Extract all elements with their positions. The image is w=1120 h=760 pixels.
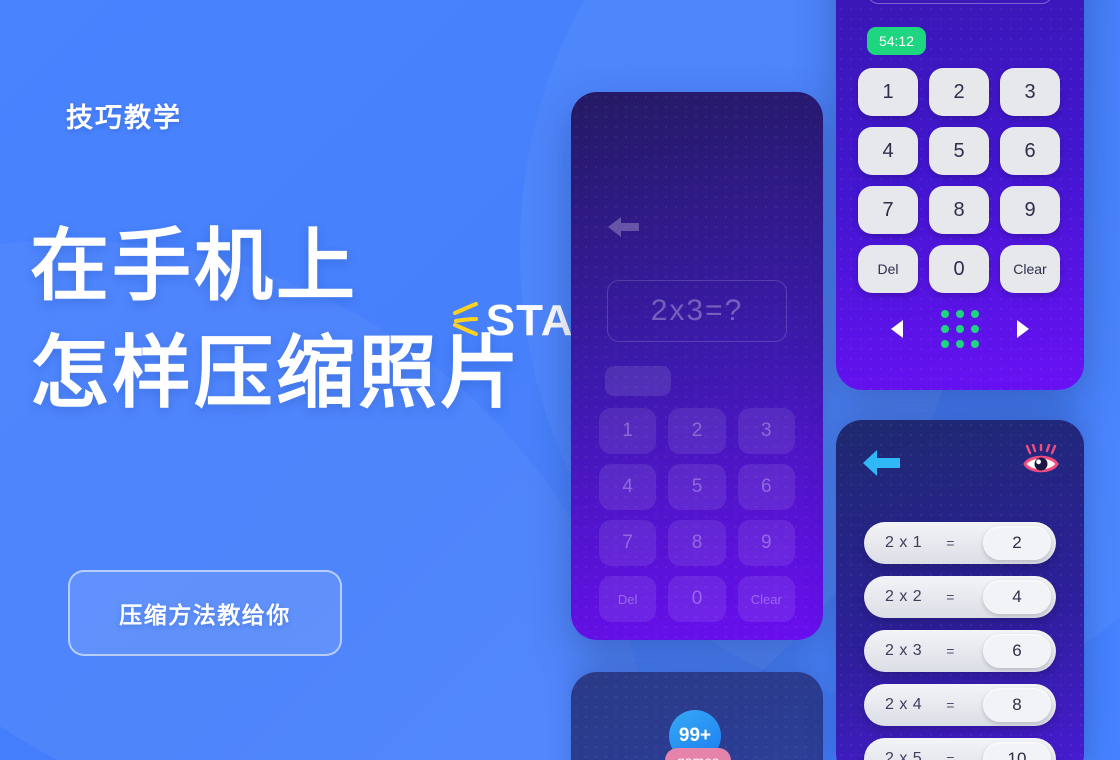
table-row[interactable]: 2 x 4 = 8 — [864, 684, 1056, 726]
row-answer: 6 — [983, 634, 1051, 668]
keypad-key[interactable]: 6 — [1000, 127, 1060, 175]
answer-input[interactable] — [866, 0, 1054, 4]
headline-line-1: 在手机上 — [30, 221, 358, 310]
equals-sign: = — [946, 751, 955, 760]
row-expression: 2 x 1 — [885, 534, 923, 551]
table-row[interactable]: 2 x 2 = 4 — [864, 576, 1056, 618]
answer-pill — [605, 366, 671, 396]
keypad-key[interactable]: 3 — [737, 408, 795, 454]
keypad-key[interactable]: 2 — [929, 68, 989, 116]
row-answer: 2 — [983, 526, 1051, 560]
row-answer: 8 — [983, 688, 1051, 722]
page-title: 在手机上 怎样压缩照片 — [30, 212, 522, 427]
keypad-key[interactable]: 7 — [858, 186, 918, 234]
center-phone-mockup: 2x3=? 1 2 3 4 5 6 7 8 9 Del 0 Clear — [571, 92, 823, 640]
row-expression: 2 x 2 — [885, 588, 923, 605]
cta-button[interactable]: 压缩方法教给你 — [68, 570, 342, 656]
back-arrow-icon[interactable] — [605, 214, 651, 240]
promo-copy-block: 技巧教学 在手机上 怎样压缩照片 压缩方法教给你 — [0, 0, 580, 760]
row-answer: 10 — [983, 742, 1051, 760]
keypad-key[interactable]: 5 — [929, 127, 989, 175]
eye-icon[interactable] — [1022, 442, 1060, 478]
equation-display: 2x3=? — [607, 280, 787, 342]
keypad-key[interactable]: 6 — [737, 464, 795, 510]
keypad-key[interactable]: 4 — [858, 127, 918, 175]
keypad-key[interactable]: 0 — [668, 576, 726, 622]
numeric-keypad: 1 2 3 4 5 6 7 8 9 Del 0 Clear — [858, 68, 1060, 293]
keypad-key[interactable]: 5 — [668, 464, 726, 510]
promo-kicker: 技巧教学 — [66, 103, 182, 133]
keypad-key[interactable]: 3 — [1000, 68, 1060, 116]
grid-dots-icon[interactable] — [941, 310, 979, 348]
timer-badge: 54:12 — [867, 27, 926, 55]
keypad-key[interactable]: 8 — [929, 186, 989, 234]
top-right-phone-mockup: 54:12 1 2 3 4 5 6 7 8 9 Del 0 Clear — [836, 0, 1084, 390]
row-expression: 2 x 3 — [885, 642, 923, 659]
row-expression: 2 x 4 — [885, 696, 923, 713]
table-row[interactable]: 2 x 3 = 6 — [864, 630, 1056, 672]
equals-sign: = — [946, 697, 955, 713]
keypad-key[interactable]: 0 — [929, 245, 989, 293]
headline-line-2: 怎样压缩照片 — [30, 328, 522, 418]
triangle-left-icon[interactable] — [891, 320, 903, 338]
equals-sign: = — [946, 643, 955, 659]
keypad-key-clear[interactable]: Clear — [1000, 245, 1060, 293]
keypad-key[interactable]: 4 — [599, 464, 657, 510]
keypad-key[interactable]: 1 — [858, 68, 918, 116]
keypad-key[interactable]: 2 — [668, 408, 726, 454]
multiplication-table-list: 2 x 1 = 2 2 x 2 = 4 2 x 3 = 6 2 x 4 = 8 … — [864, 522, 1056, 760]
keypad-key-del[interactable]: Del — [858, 245, 918, 293]
bottom-center-panel: 99+ games — [571, 672, 823, 760]
row-expression: 2 x 5 — [885, 750, 923, 760]
center-keypad: 1 2 3 4 5 6 7 8 9 Del 0 Clear — [599, 408, 795, 622]
triangle-right-icon[interactable] — [1017, 320, 1029, 338]
keypad-key[interactable]: 9 — [1000, 186, 1060, 234]
row-answer: 4 — [983, 580, 1051, 614]
keypad-key-del[interactable]: Del — [599, 576, 657, 622]
keypad-key[interactable]: 8 — [668, 520, 726, 566]
keypad-key[interactable]: 9 — [737, 520, 795, 566]
equals-sign: = — [946, 589, 955, 605]
bottom-nav — [836, 310, 1084, 348]
equals-sign: = — [946, 535, 955, 551]
bottom-right-phone-mockup: 2 x 1 = 2 2 x 2 = 4 2 x 3 = 6 2 x 4 = 8 … — [836, 420, 1084, 760]
games-label-badge: games — [665, 748, 731, 760]
table-row[interactable]: 2 x 1 = 2 — [864, 522, 1056, 564]
keypad-key[interactable]: 7 — [599, 520, 657, 566]
back-arrow-icon[interactable] — [860, 446, 910, 480]
table-row[interactable]: 2 x 5 = 10 — [864, 738, 1056, 760]
keypad-key[interactable]: 1 — [599, 408, 657, 454]
keypad-key-clear[interactable]: Clear — [737, 576, 795, 622]
